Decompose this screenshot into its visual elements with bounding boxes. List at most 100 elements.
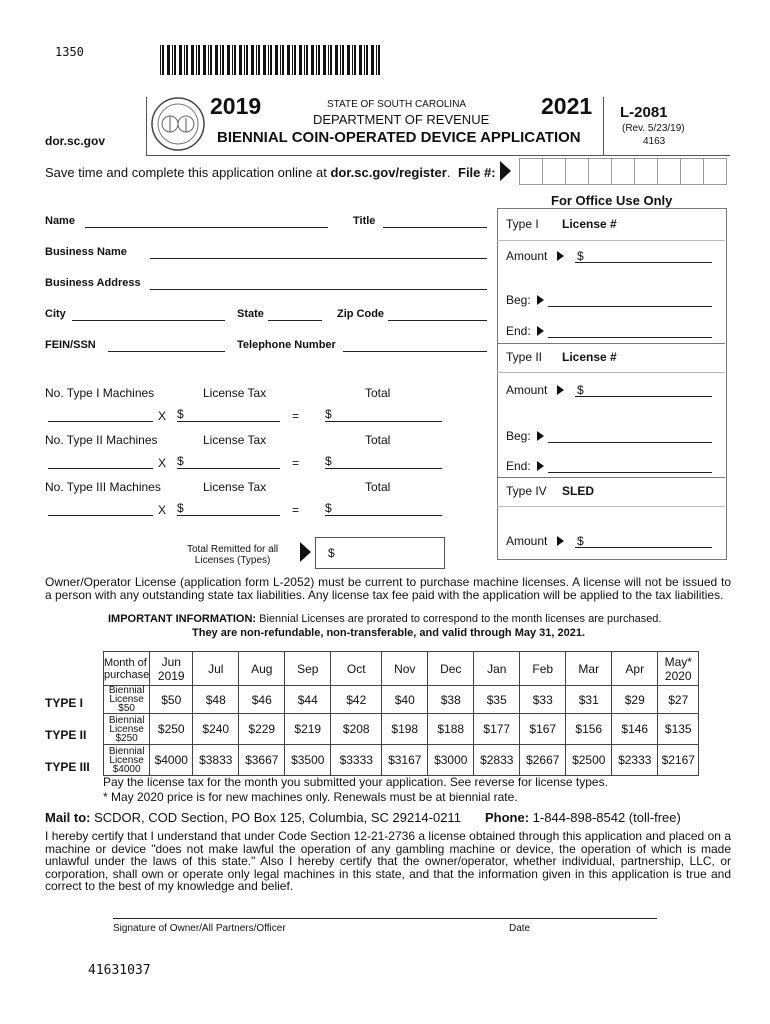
register-link[interactable]: dor.sc.gov/register xyxy=(330,165,446,180)
arrow-icon xyxy=(537,326,544,336)
name-field[interactable] xyxy=(85,227,328,228)
month-header: Sep xyxy=(284,651,332,686)
rate-cell: $3167 xyxy=(381,744,429,776)
rate-row: Biennial License $4000 $4000 $3833 $3667 $35… xyxy=(102,744,700,776)
barcode xyxy=(160,45,382,75)
rate-cell: $167 xyxy=(519,713,567,745)
file-number-box[interactable] xyxy=(680,158,704,185)
office-beg-label: Beg: xyxy=(506,429,531,443)
year-end: 2021 xyxy=(541,93,593,119)
telephone-label: Telephone Number xyxy=(237,339,336,351)
rate-cell: $3000 xyxy=(427,744,475,776)
license-tax-field[interactable] xyxy=(177,515,280,516)
rate-cell: $35 xyxy=(473,685,521,714)
office-beg-field[interactable] xyxy=(548,442,712,443)
zip-label: Zip Code xyxy=(337,308,385,320)
business-name-field[interactable] xyxy=(150,258,487,259)
form-number: 4163 xyxy=(643,136,666,147)
form-id: L-2081 xyxy=(620,104,668,121)
business-address-label: Business Address xyxy=(45,277,141,289)
business-address-field[interactable] xyxy=(150,289,487,290)
machine-count-field[interactable] xyxy=(48,515,153,516)
machine-count-field[interactable] xyxy=(48,421,153,422)
times-sign: X xyxy=(158,456,167,470)
office-end-field[interactable] xyxy=(548,337,712,338)
license-tax-field[interactable] xyxy=(177,421,280,422)
rate-cell: $31 xyxy=(565,685,613,714)
file-number-box[interactable] xyxy=(657,158,681,185)
file-number-box[interactable] xyxy=(565,158,589,185)
fein-field[interactable] xyxy=(108,351,225,352)
total-field[interactable] xyxy=(325,421,442,422)
office-amount-label: Amount xyxy=(506,249,548,263)
rate-cell: $50 xyxy=(149,685,194,714)
office-amount-field[interactable] xyxy=(575,547,712,548)
rate-cell: $2667 xyxy=(519,744,567,776)
form-title: BIENNIAL COIN-OPERATED DEVICE APPLICATIO… xyxy=(217,129,581,146)
dollar-sign: $ xyxy=(177,501,184,515)
rate-cell: $3500 xyxy=(284,744,332,776)
file-number-box[interactable] xyxy=(542,158,566,185)
total-remitted-field[interactable]: $ xyxy=(315,537,445,569)
total-field[interactable] xyxy=(325,515,442,516)
title-field[interactable] xyxy=(383,227,487,228)
rate-cell: $38 xyxy=(427,685,475,714)
month-header: Dec xyxy=(427,651,475,686)
times-sign: X xyxy=(158,503,167,517)
bottom-code: 41631037 xyxy=(88,963,151,978)
zip-field[interactable] xyxy=(388,320,487,321)
rate-cell: $177 xyxy=(473,713,521,745)
month-header: Apr xyxy=(611,651,659,686)
license-label: Biennial License $50 xyxy=(102,685,151,714)
rate-cell: $2333 xyxy=(611,744,659,776)
office-type1: Type I xyxy=(506,217,539,231)
rate-cell: $3333 xyxy=(330,744,383,776)
license-tax-field[interactable] xyxy=(177,468,280,469)
state-seal-icon xyxy=(151,97,205,151)
machine-count-label: No. Type I Machines xyxy=(45,386,155,400)
rate-row: Biennial License $50 $50 $48 $46 $44 $42 $40 $3… xyxy=(102,685,700,714)
office-type2: Type II xyxy=(506,350,543,364)
online-note: Save time and complete this application … xyxy=(45,165,451,180)
title-label: Title xyxy=(353,215,376,227)
rate-cell: $48 xyxy=(192,685,240,714)
city-field[interactable] xyxy=(72,320,225,321)
telephone-field[interactable] xyxy=(343,351,487,352)
total-label: Total xyxy=(365,433,391,447)
file-number-box[interactable] xyxy=(588,158,612,185)
arrow-icon xyxy=(557,385,564,395)
signature-field[interactable] xyxy=(113,918,657,919)
file-number-box[interactable] xyxy=(611,158,635,185)
rate-cell: $29 xyxy=(611,685,659,714)
file-number-box[interactable] xyxy=(519,158,543,185)
important-info: IMPORTANT INFORMATION: Biennial Licenses… xyxy=(108,613,662,625)
total-field[interactable] xyxy=(325,468,442,469)
license-label: Biennial License $4000 xyxy=(102,744,151,776)
rate-cell: $240 xyxy=(192,713,240,745)
rate-cell: $40 xyxy=(381,685,429,714)
date-label: Date xyxy=(509,923,531,934)
divider xyxy=(603,97,604,155)
state-field[interactable] xyxy=(268,320,322,321)
file-number-box[interactable] xyxy=(634,158,658,185)
office-amount-field[interactable] xyxy=(575,396,712,397)
license-tax-label: License Tax xyxy=(203,480,267,494)
phone: Phone: 1-844-898-8542 (toll-free) xyxy=(485,810,681,825)
dollar-sign: $ xyxy=(577,383,584,397)
rate-cell: $3667 xyxy=(238,744,286,776)
state-name: STATE OF SOUTH CAROLINA xyxy=(327,99,467,110)
arrow-icon xyxy=(300,542,311,562)
state-label: State xyxy=(237,308,264,320)
arrow-icon xyxy=(557,251,564,261)
office-amount-field[interactable] xyxy=(575,262,712,263)
website: dor.sc.gov xyxy=(45,134,106,148)
rate-cell: $198 xyxy=(381,713,429,745)
office-sled: SLED xyxy=(562,484,595,498)
file-number-input[interactable] xyxy=(519,158,727,185)
office-end-field[interactable] xyxy=(548,472,712,473)
rate-cell: $208 xyxy=(330,713,383,745)
file-number-box[interactable] xyxy=(703,158,727,185)
office-beg-label: Beg: xyxy=(506,293,531,307)
machine-count-field[interactable] xyxy=(48,468,153,469)
office-beg-field[interactable] xyxy=(548,306,712,307)
